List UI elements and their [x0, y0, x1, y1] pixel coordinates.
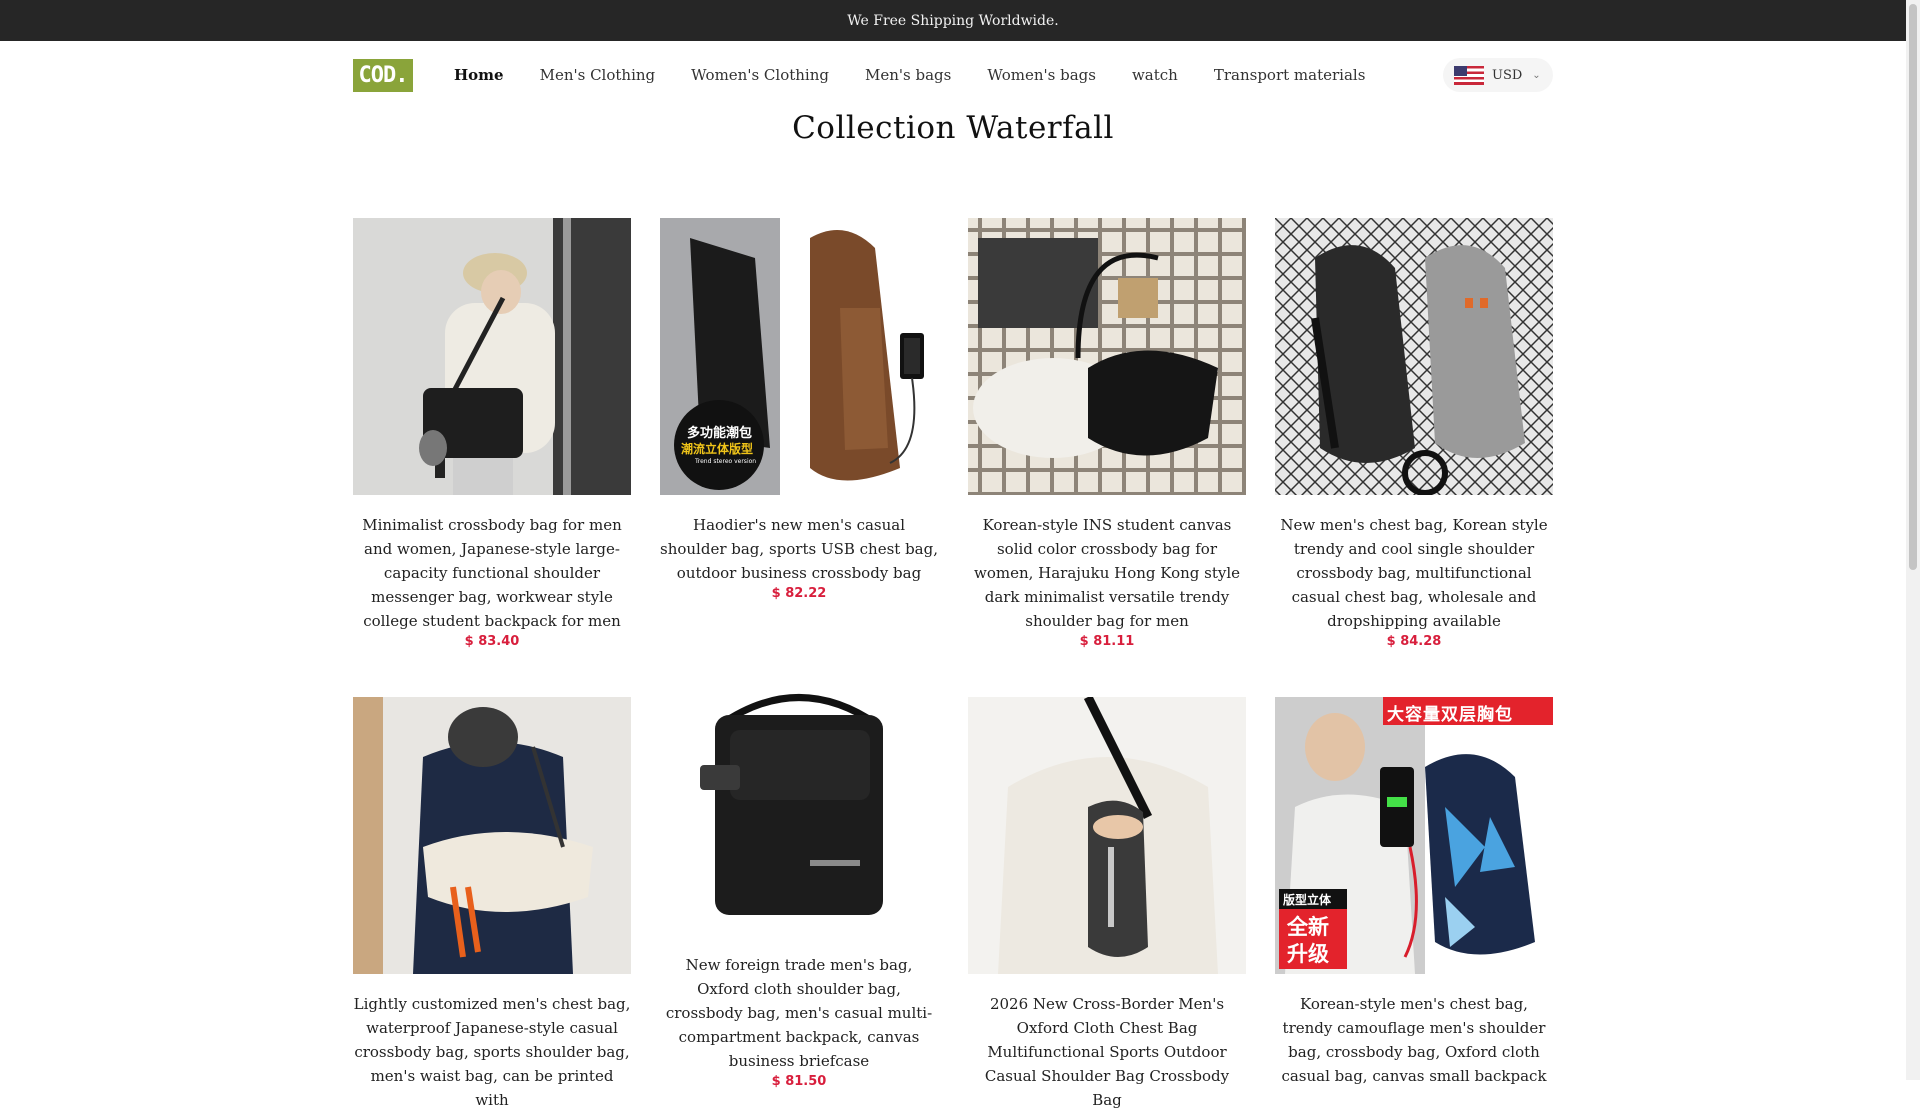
badge-side-line-3: 升级 — [1287, 942, 1329, 966]
nav-home[interactable]: Home — [454, 66, 504, 84]
nav-womens-bags[interactable]: Women's bags — [987, 66, 1096, 84]
product-name[interactable]: Korean-style INS student canvas solid co… — [968, 513, 1246, 633]
nav-mens-clothing[interactable]: Men's Clothing — [540, 66, 656, 84]
product-card[interactable]: 多功能潮包 潮流立体版型 Trend stereo version Haodie… — [660, 218, 938, 601]
product-image[interactable] — [353, 697, 631, 974]
product-image[interactable] — [968, 697, 1246, 974]
product-name[interactable]: New men's chest bag, Korean style trendy… — [1275, 513, 1553, 633]
badge-line-1: 多功能潮包 — [687, 426, 753, 441]
product-price: $ 84.28 — [1386, 634, 1442, 649]
badge-top-text: 大容量双层胸包 — [1387, 705, 1513, 725]
badge-side-line-1: 版型立体 — [1283, 893, 1332, 907]
main-nav: Home Men's Clothing Women's Clothing Men… — [454, 66, 1401, 84]
product-price: $ 81.50 — [771, 1074, 827, 1089]
product-price: $ 81.11 — [1079, 634, 1135, 649]
product-name[interactable]: New foreign trade men's bag, Oxford clot… — [660, 953, 938, 1073]
product-image[interactable] — [1275, 218, 1553, 495]
product-name[interactable]: Korean-style men's chest bag, trendy cam… — [1275, 992, 1553, 1088]
currency-selector[interactable]: USD ⌄ — [1443, 58, 1553, 92]
product-price: $ 83.40 — [464, 634, 520, 649]
product-image[interactable]: 大容量双层胸包 版型立体 全新 升级 — [1275, 697, 1553, 974]
scrollbar-thumb[interactable] — [1909, 4, 1917, 570]
currency-code: USD — [1492, 67, 1523, 83]
badge-side-line-2: 全新 — [1287, 915, 1329, 939]
product-name[interactable]: Minimalist crossbody bag for men and wom… — [353, 513, 631, 633]
product-name[interactable]: 2026 New Cross-Border Men's Oxford Cloth… — [968, 992, 1246, 1112]
site-header: COD. Home Men's Clothing Women's Clothin… — [353, 58, 1553, 92]
product-image[interactable]: 多功能潮包 潮流立体版型 Trend stereo version — [660, 218, 938, 495]
product-card[interactable]: 2026 New Cross-Border Men's Oxford Cloth… — [968, 697, 1246, 1113]
badge-line-3: Trend stereo version — [695, 458, 757, 465]
product-card[interactable]: New foreign trade men's bag, Oxford clot… — [660, 675, 938, 1089]
product-name[interactable]: Haodier's new men's casual shoulder bag,… — [660, 513, 938, 585]
page-title: Collection Waterfall — [792, 110, 1114, 146]
product-image[interactable] — [353, 218, 631, 495]
announcement-bar: We Free Shipping Worldwide. — [0, 0, 1906, 41]
nav-mens-bags[interactable]: Men's bags — [865, 66, 951, 84]
store-logo[interactable]: COD. — [353, 58, 413, 92]
us-flag-icon — [1454, 65, 1484, 85]
product-card[interactable]: 大容量双层胸包 版型立体 全新 升级 Korean-style men's ch… — [1275, 697, 1553, 1089]
nav-womens-clothing[interactable]: Women's Clothing — [691, 66, 829, 84]
logo-text: COD. — [358, 62, 409, 88]
product-price: $ 82.22 — [771, 586, 827, 601]
product-card[interactable]: New men's chest bag, Korean style trendy… — [1275, 218, 1553, 649]
product-image[interactable] — [660, 675, 938, 935]
badge-line-2: 潮流立体版型 — [681, 442, 754, 456]
product-card[interactable]: Lightly customized men's chest bag, wate… — [353, 697, 631, 1113]
page-scrollbar[interactable] — [1906, 0, 1920, 1080]
chevron-down-icon: ⌄ — [1532, 69, 1541, 81]
nav-watch[interactable]: watch — [1132, 66, 1178, 84]
product-name[interactable]: Lightly customized men's chest bag, wate… — [353, 992, 631, 1112]
product-card[interactable]: Korean-style INS student canvas solid co… — [968, 218, 1246, 649]
nav-transport-materials[interactable]: Transport materials — [1214, 66, 1366, 84]
announcement-text: We Free Shipping Worldwide. — [847, 12, 1059, 29]
product-image[interactable] — [968, 218, 1246, 495]
product-card[interactable]: Minimalist crossbody bag for men and wom… — [353, 218, 631, 649]
